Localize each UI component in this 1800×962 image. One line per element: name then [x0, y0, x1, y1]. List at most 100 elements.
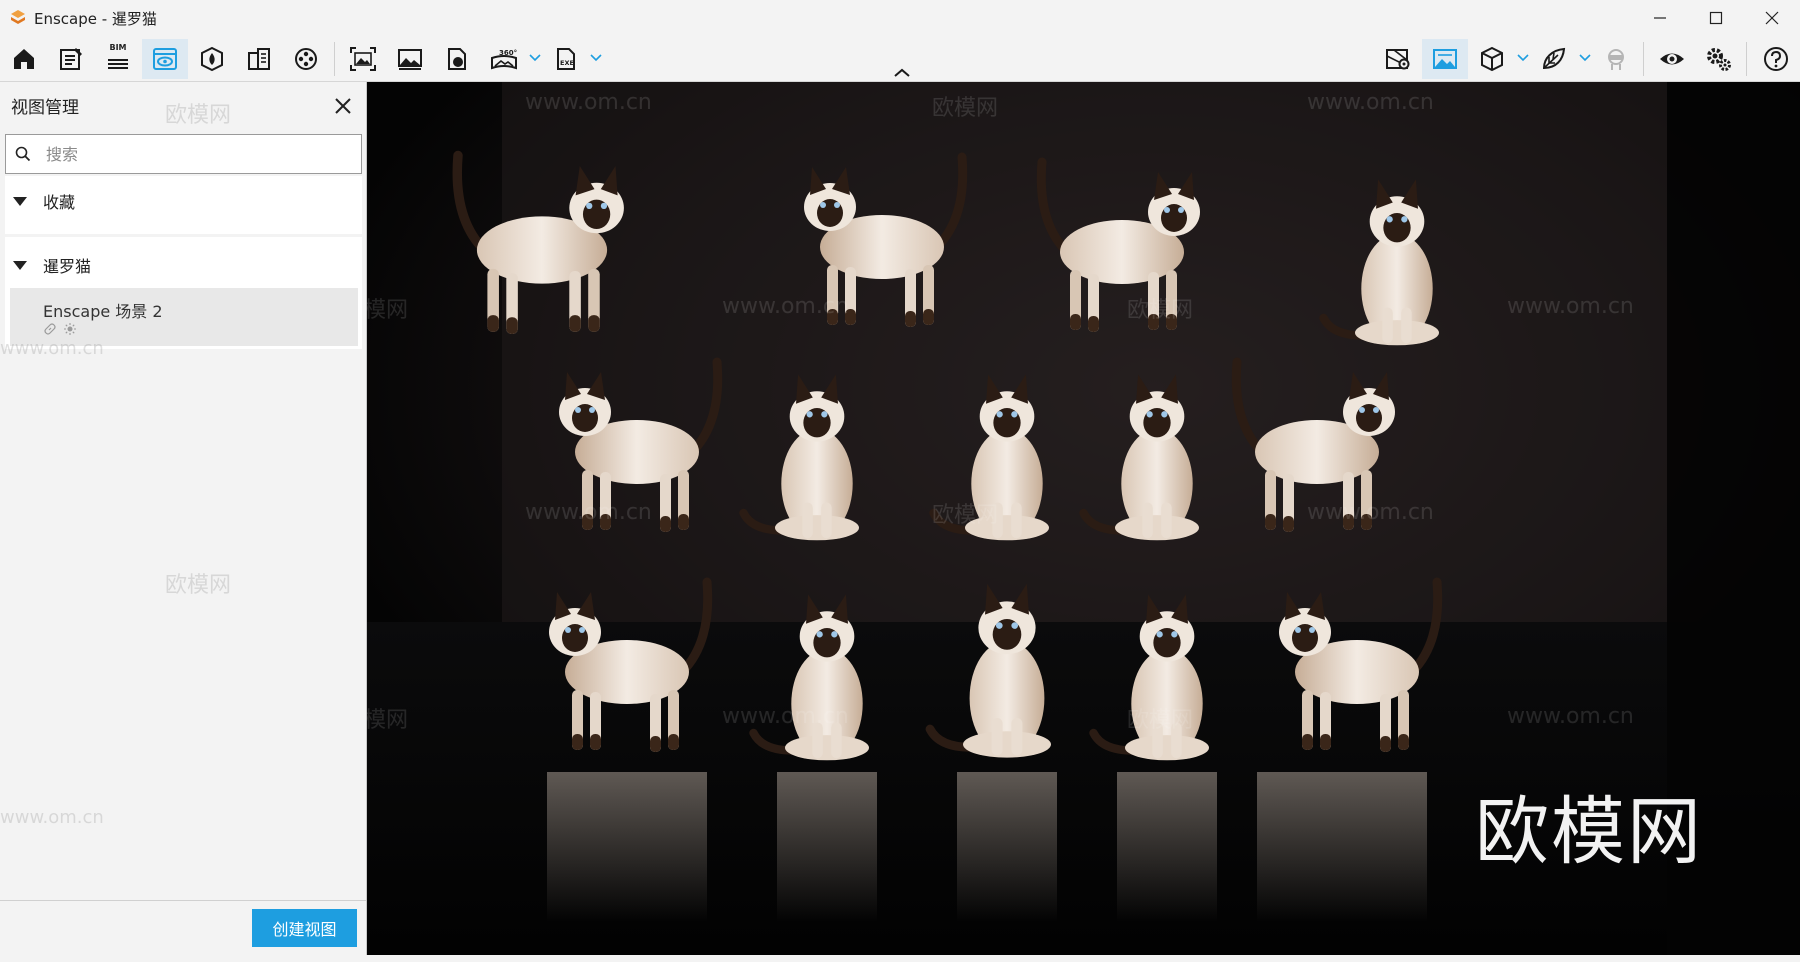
enscape-logo-icon: [11, 10, 25, 24]
watermark-url: www.om.cn: [525, 90, 652, 115]
web-standalone-button[interactable]: [434, 39, 480, 79]
watermark-url: www.om.cn: [1507, 704, 1634, 729]
watermark-text: 欧模网: [932, 96, 999, 121]
collapse-toolbar-button[interactable]: [892, 66, 912, 80]
watermark-text: 欧模网: [1127, 708, 1194, 733]
chevron-down-icon: [590, 54, 602, 62]
watermark-url: www.om.cn: [722, 704, 849, 729]
watermark-text: 欧模网: [932, 503, 999, 528]
svg-text:EXE: EXE: [560, 59, 574, 67]
bim-button[interactable]: BIM: [95, 39, 141, 79]
create-view-button[interactable]: 创建视图: [252, 909, 357, 947]
buildings-icon: [248, 48, 270, 70]
site-context-icon: [1386, 49, 1410, 70]
watermark-text: 欧模网: [367, 708, 409, 733]
view-management-button[interactable]: [142, 39, 188, 79]
sun-icon[interactable]: [63, 322, 77, 336]
watermark-url: www.om.cn: [0, 807, 104, 828]
watermark-text: 欧模网: [1127, 298, 1194, 323]
watermark-url: www.om.cn: [1307, 500, 1434, 525]
main-toolbar: BIM 360° EXE: [0, 36, 1800, 82]
vr-headset-button[interactable]: [1593, 39, 1639, 79]
render-image-button[interactable]: [1422, 39, 1468, 79]
web-standalone-icon: [448, 48, 466, 70]
render-viewport[interactable]: www.om.cn 欧模网 www.om.cn 欧模网 www.om.cn 欧模…: [367, 82, 1800, 955]
visual-settings-button[interactable]: [1469, 39, 1515, 79]
settings-button[interactable]: [1696, 39, 1742, 79]
video-editor-button[interactable]: [283, 39, 329, 79]
search-input[interactable]: [46, 144, 346, 164]
batch-render-icon: [398, 49, 422, 70]
notes-button[interactable]: [48, 39, 94, 79]
render-image-icon: [1433, 49, 1457, 69]
chevron-up-icon: [894, 68, 910, 77]
view-visibility-button[interactable]: [1649, 39, 1695, 79]
watermark-text: 欧模网: [367, 298, 409, 323]
minimize-icon: [1654, 17, 1666, 19]
buildings-button[interactable]: [236, 39, 282, 79]
toolbar-separator: [1746, 42, 1747, 76]
panorama-dropdown-caret[interactable]: [528, 49, 542, 67]
export-exe-button[interactable]: EXE: [543, 39, 589, 79]
panel-footer-divider: [0, 900, 366, 901]
chevron-down-icon: [529, 54, 541, 62]
window-title: Enscape - 暹罗猫: [34, 9, 157, 28]
maximize-button[interactable]: [1688, 0, 1744, 36]
watermark-url: www.om.cn: [722, 294, 849, 319]
favorites-group-header[interactable]: 收藏: [5, 176, 362, 226]
eye-icon: [1660, 53, 1684, 65]
close-icon: [1765, 11, 1779, 25]
asset-library-button[interactable]: [189, 39, 235, 79]
chevron-down-icon: [1579, 54, 1591, 62]
link-icon[interactable]: [43, 322, 57, 336]
close-panel-button[interactable]: [328, 91, 358, 121]
maximize-icon: [1709, 11, 1723, 25]
close-icon: [335, 98, 351, 114]
window-bottom-edge: [0, 955, 1800, 962]
panorama-360-icon: 360°: [491, 49, 517, 70]
chevron-down-icon: [1517, 54, 1529, 62]
favorites-group: 收藏: [5, 176, 362, 234]
search-box[interactable]: [5, 134, 362, 174]
view-management-icon: [153, 48, 177, 70]
group-label: 收藏: [43, 193, 76, 212]
vr-headset-icon: [1608, 49, 1624, 70]
material-editor-button[interactable]: [1531, 39, 1577, 79]
asset-library-icon: [201, 46, 223, 72]
view-item-label: Enscape 场景 2: [43, 302, 163, 321]
toolbar-separator: [1643, 42, 1644, 76]
scene-group-header[interactable]: 暹罗猫: [5, 240, 362, 290]
toolbar-separator: [334, 42, 335, 76]
material-dropdown-caret[interactable]: [1578, 49, 1592, 67]
panel-title: 视图管理: [11, 98, 79, 118]
site-context-button[interactable]: [1375, 39, 1421, 79]
screenshot-button[interactable]: [340, 39, 386, 79]
watermark-url: www.om.cn: [525, 500, 652, 525]
minimize-button[interactable]: [1632, 0, 1688, 36]
export-dropdown-caret[interactable]: [589, 49, 603, 67]
notes-icon: [60, 48, 82, 70]
title-bar: Enscape - 暹罗猫: [0, 0, 1800, 36]
group-label: 暹罗猫: [43, 257, 92, 276]
watermark-text: 欧模网: [165, 573, 232, 598]
home-icon: [14, 49, 34, 69]
settings-icon: [1707, 48, 1731, 71]
help-button[interactable]: [1753, 39, 1799, 79]
close-window-button[interactable]: [1744, 0, 1800, 36]
help-icon: [1764, 47, 1788, 71]
video-editor-icon: [295, 48, 317, 70]
export-exe-icon: EXE: [557, 48, 575, 70]
batch-render-button[interactable]: [387, 39, 433, 79]
expand-triangle-icon: [13, 260, 27, 270]
screenshot-icon: [350, 47, 376, 71]
panorama-360-button[interactable]: 360°: [481, 39, 527, 79]
visual-settings-dropdown-caret[interactable]: [1516, 49, 1530, 67]
material-editor-icon: [1542, 47, 1566, 70]
watermark-url: www.om.cn: [1307, 90, 1434, 115]
watermark-text: 欧模网: [165, 103, 232, 128]
watermark-url: www.om.cn: [0, 338, 104, 359]
watermark-logo-text: 欧模网: [1475, 789, 1703, 875]
home-button[interactable]: [1, 39, 47, 79]
expand-triangle-icon: [13, 196, 27, 206]
visual-settings-cube-icon: [1481, 46, 1503, 72]
